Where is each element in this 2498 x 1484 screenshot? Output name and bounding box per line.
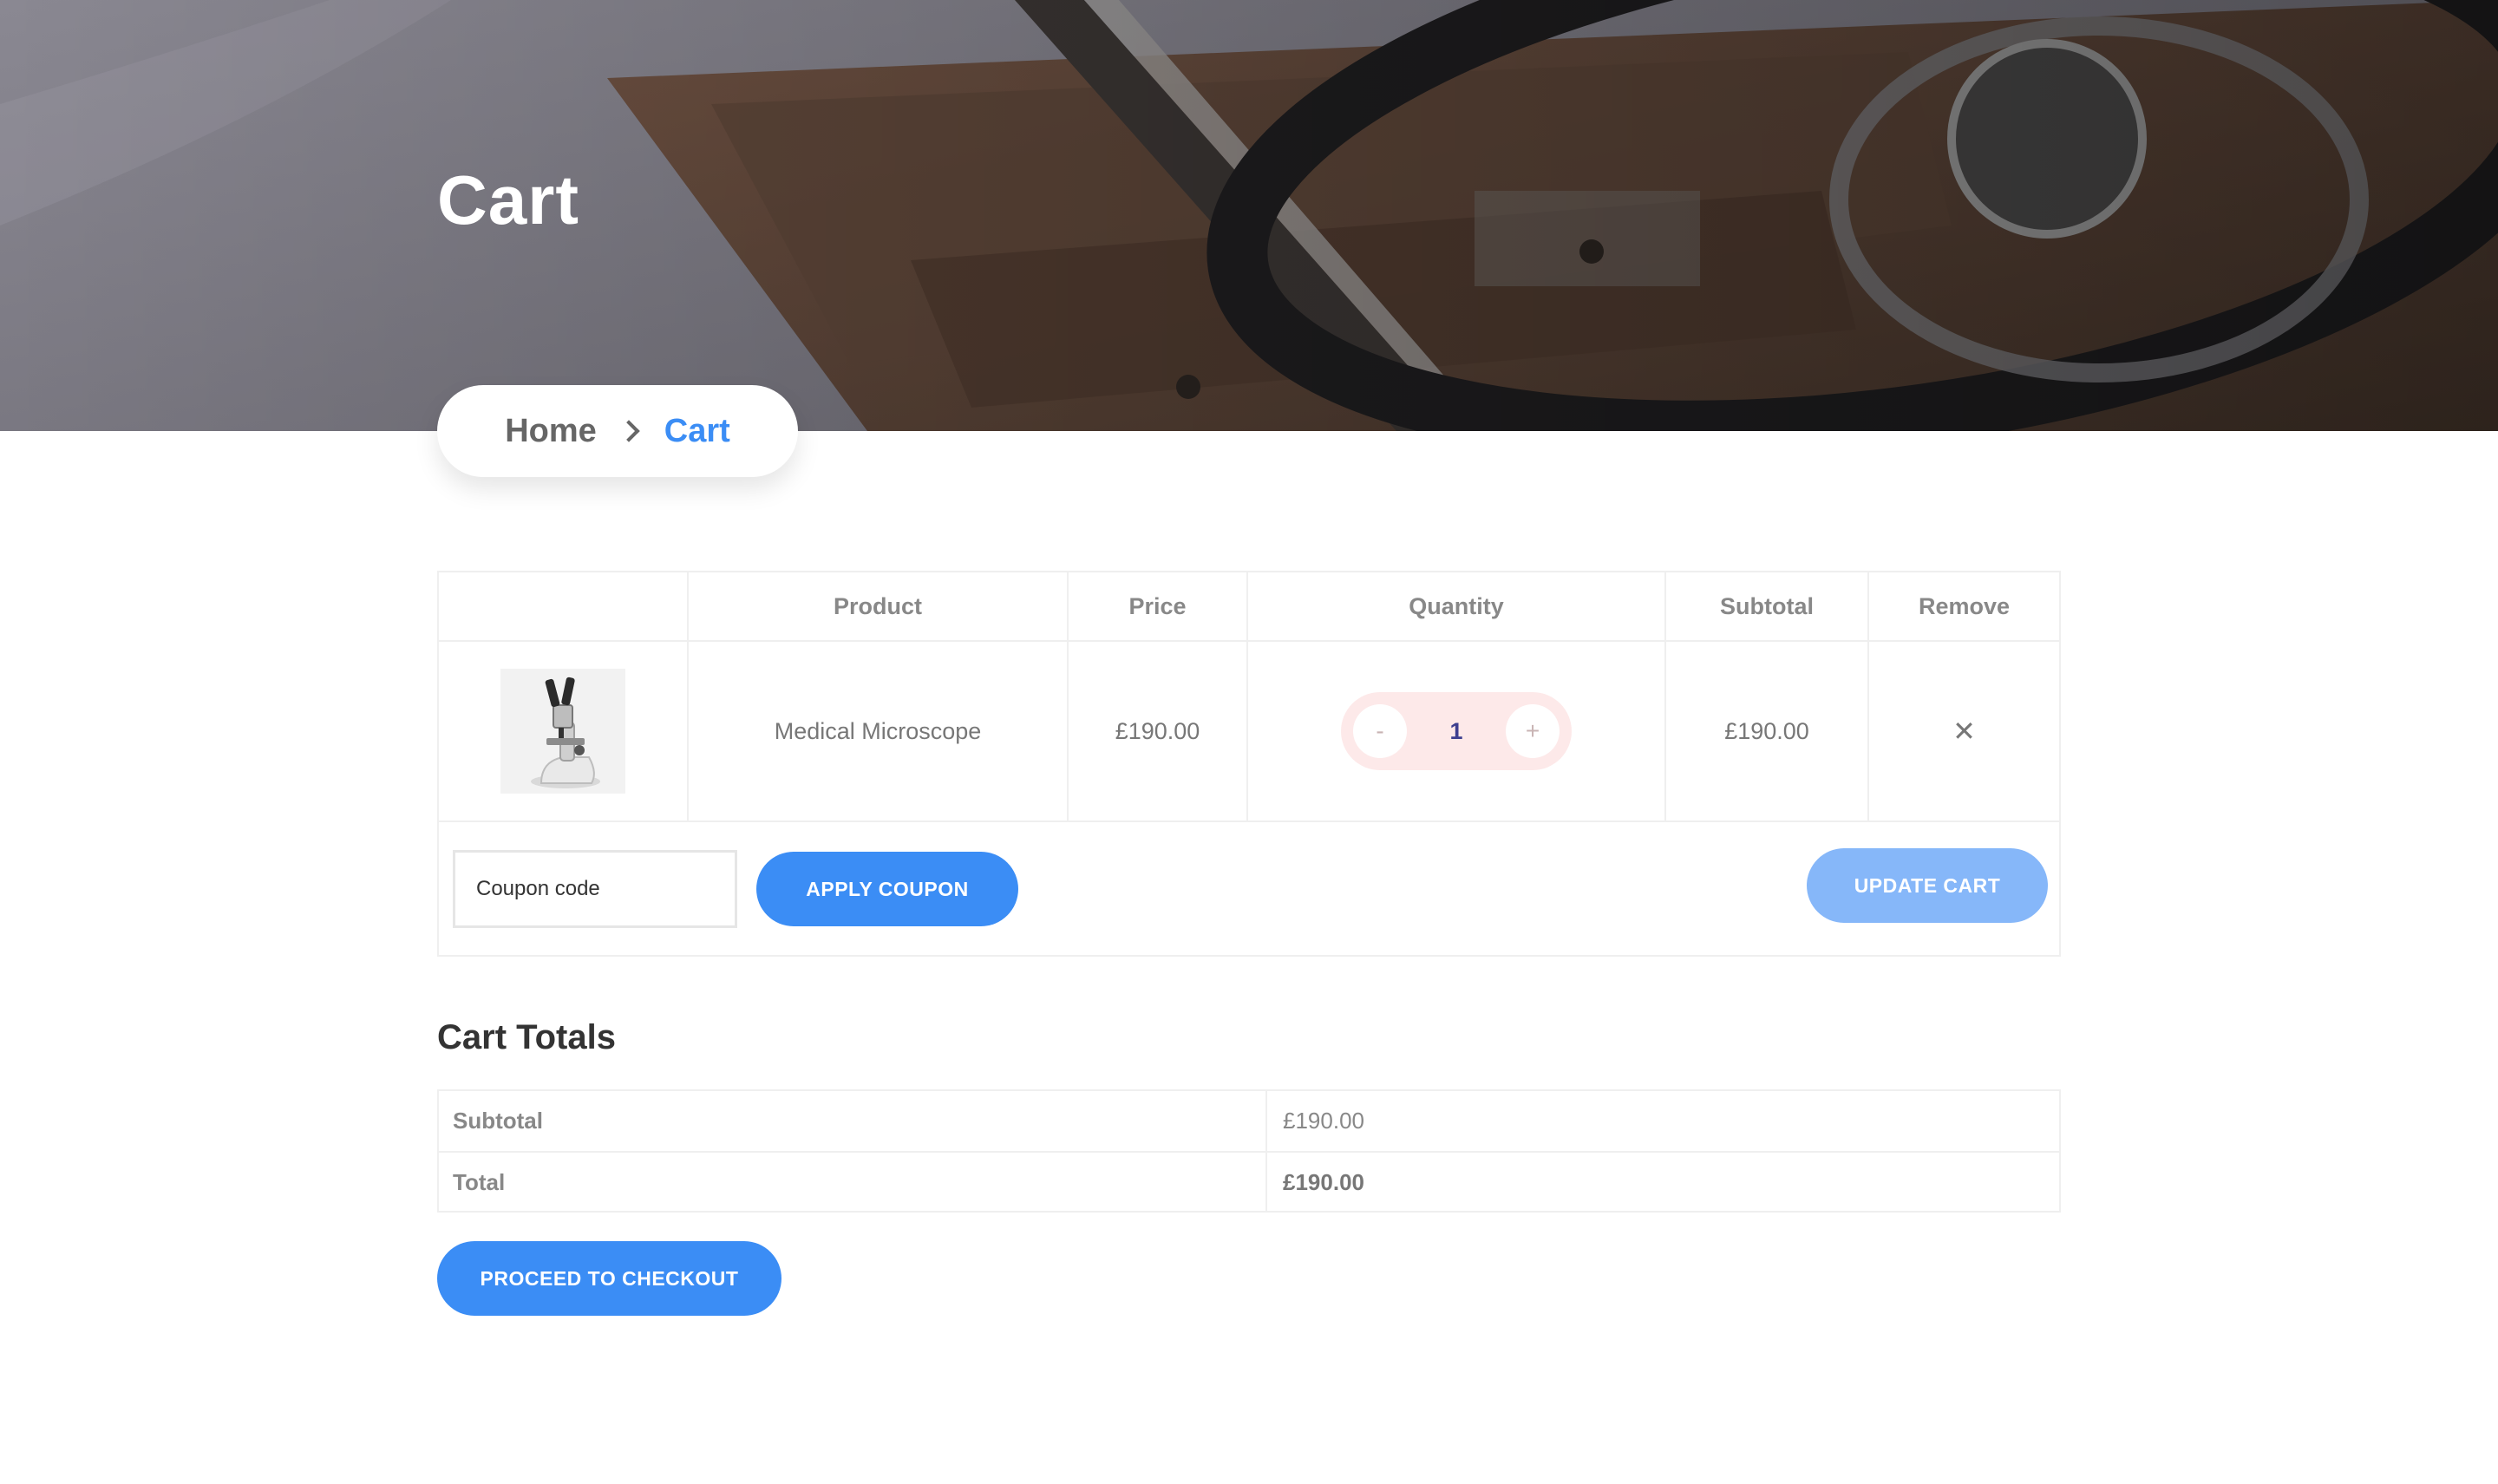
cart-totals-table: Subtotal £190.00 Total £190.00 bbox=[437, 1089, 2061, 1213]
table-row: Subtotal £190.00 bbox=[439, 1091, 2059, 1153]
product-price: £190.00 bbox=[1069, 642, 1248, 820]
page-hero: Cart bbox=[0, 0, 2498, 431]
chevron-right-icon bbox=[618, 420, 640, 442]
column-header-quantity: Quantity bbox=[1248, 572, 1666, 640]
subtotal-value: £190.00 bbox=[1283, 1108, 1364, 1134]
cart-totals-heading: Cart Totals bbox=[437, 1018, 616, 1056]
quantity-stepper: - 1 + bbox=[1341, 692, 1572, 770]
column-header-product: Product bbox=[689, 572, 1069, 640]
total-label: Total bbox=[439, 1153, 1267, 1213]
close-icon[interactable]: ✕ bbox=[1952, 715, 1976, 748]
remove-cell: ✕ bbox=[1869, 642, 2059, 820]
hero-background-image bbox=[0, 0, 2498, 431]
column-header-thumbnail bbox=[439, 572, 689, 640]
table-row: Medical Microscope £190.00 - 1 + £190.00… bbox=[439, 642, 2059, 822]
coupon-code-input[interactable] bbox=[453, 850, 737, 928]
breadcrumb: Home Cart bbox=[437, 385, 798, 477]
cart-actions: APPLY COUPON UPDATE CART bbox=[439, 822, 2059, 955]
cart-table-header: Product Price Quantity Subtotal Remove bbox=[439, 572, 2059, 642]
product-name[interactable]: Medical Microscope bbox=[689, 642, 1069, 820]
quantity-increase-button[interactable]: + bbox=[1506, 704, 1560, 758]
column-header-price: Price bbox=[1069, 572, 1248, 640]
proceed-to-checkout-button[interactable]: PROCEED TO CHECKOUT bbox=[437, 1241, 781, 1316]
quantity-input[interactable]: 1 bbox=[1449, 718, 1462, 745]
update-cart-button[interactable]: UPDATE CART bbox=[1807, 848, 2048, 923]
breadcrumb-current: Cart bbox=[664, 412, 730, 449]
quantity-cell: - 1 + bbox=[1248, 642, 1666, 820]
table-row: Total £190.00 bbox=[439, 1153, 2059, 1213]
product-thumbnail-cell bbox=[439, 642, 689, 820]
column-header-remove: Remove bbox=[1918, 592, 2011, 619]
product-subtotal: £190.00 bbox=[1666, 642, 1869, 820]
subtotal-label: Subtotal bbox=[439, 1091, 1267, 1151]
quantity-decrease-button[interactable]: - bbox=[1353, 704, 1407, 758]
total-value: £190.00 bbox=[1283, 1169, 1364, 1195]
page-title: Cart bbox=[437, 161, 580, 239]
column-header-subtotal: Subtotal bbox=[1666, 572, 1869, 640]
breadcrumb-home-link[interactable]: Home bbox=[505, 413, 597, 450]
cart-table: Product Price Quantity Subtotal Remove M… bbox=[437, 571, 2061, 957]
microscope-image[interactable] bbox=[500, 669, 625, 794]
apply-coupon-button[interactable]: APPLY COUPON bbox=[756, 852, 1018, 926]
